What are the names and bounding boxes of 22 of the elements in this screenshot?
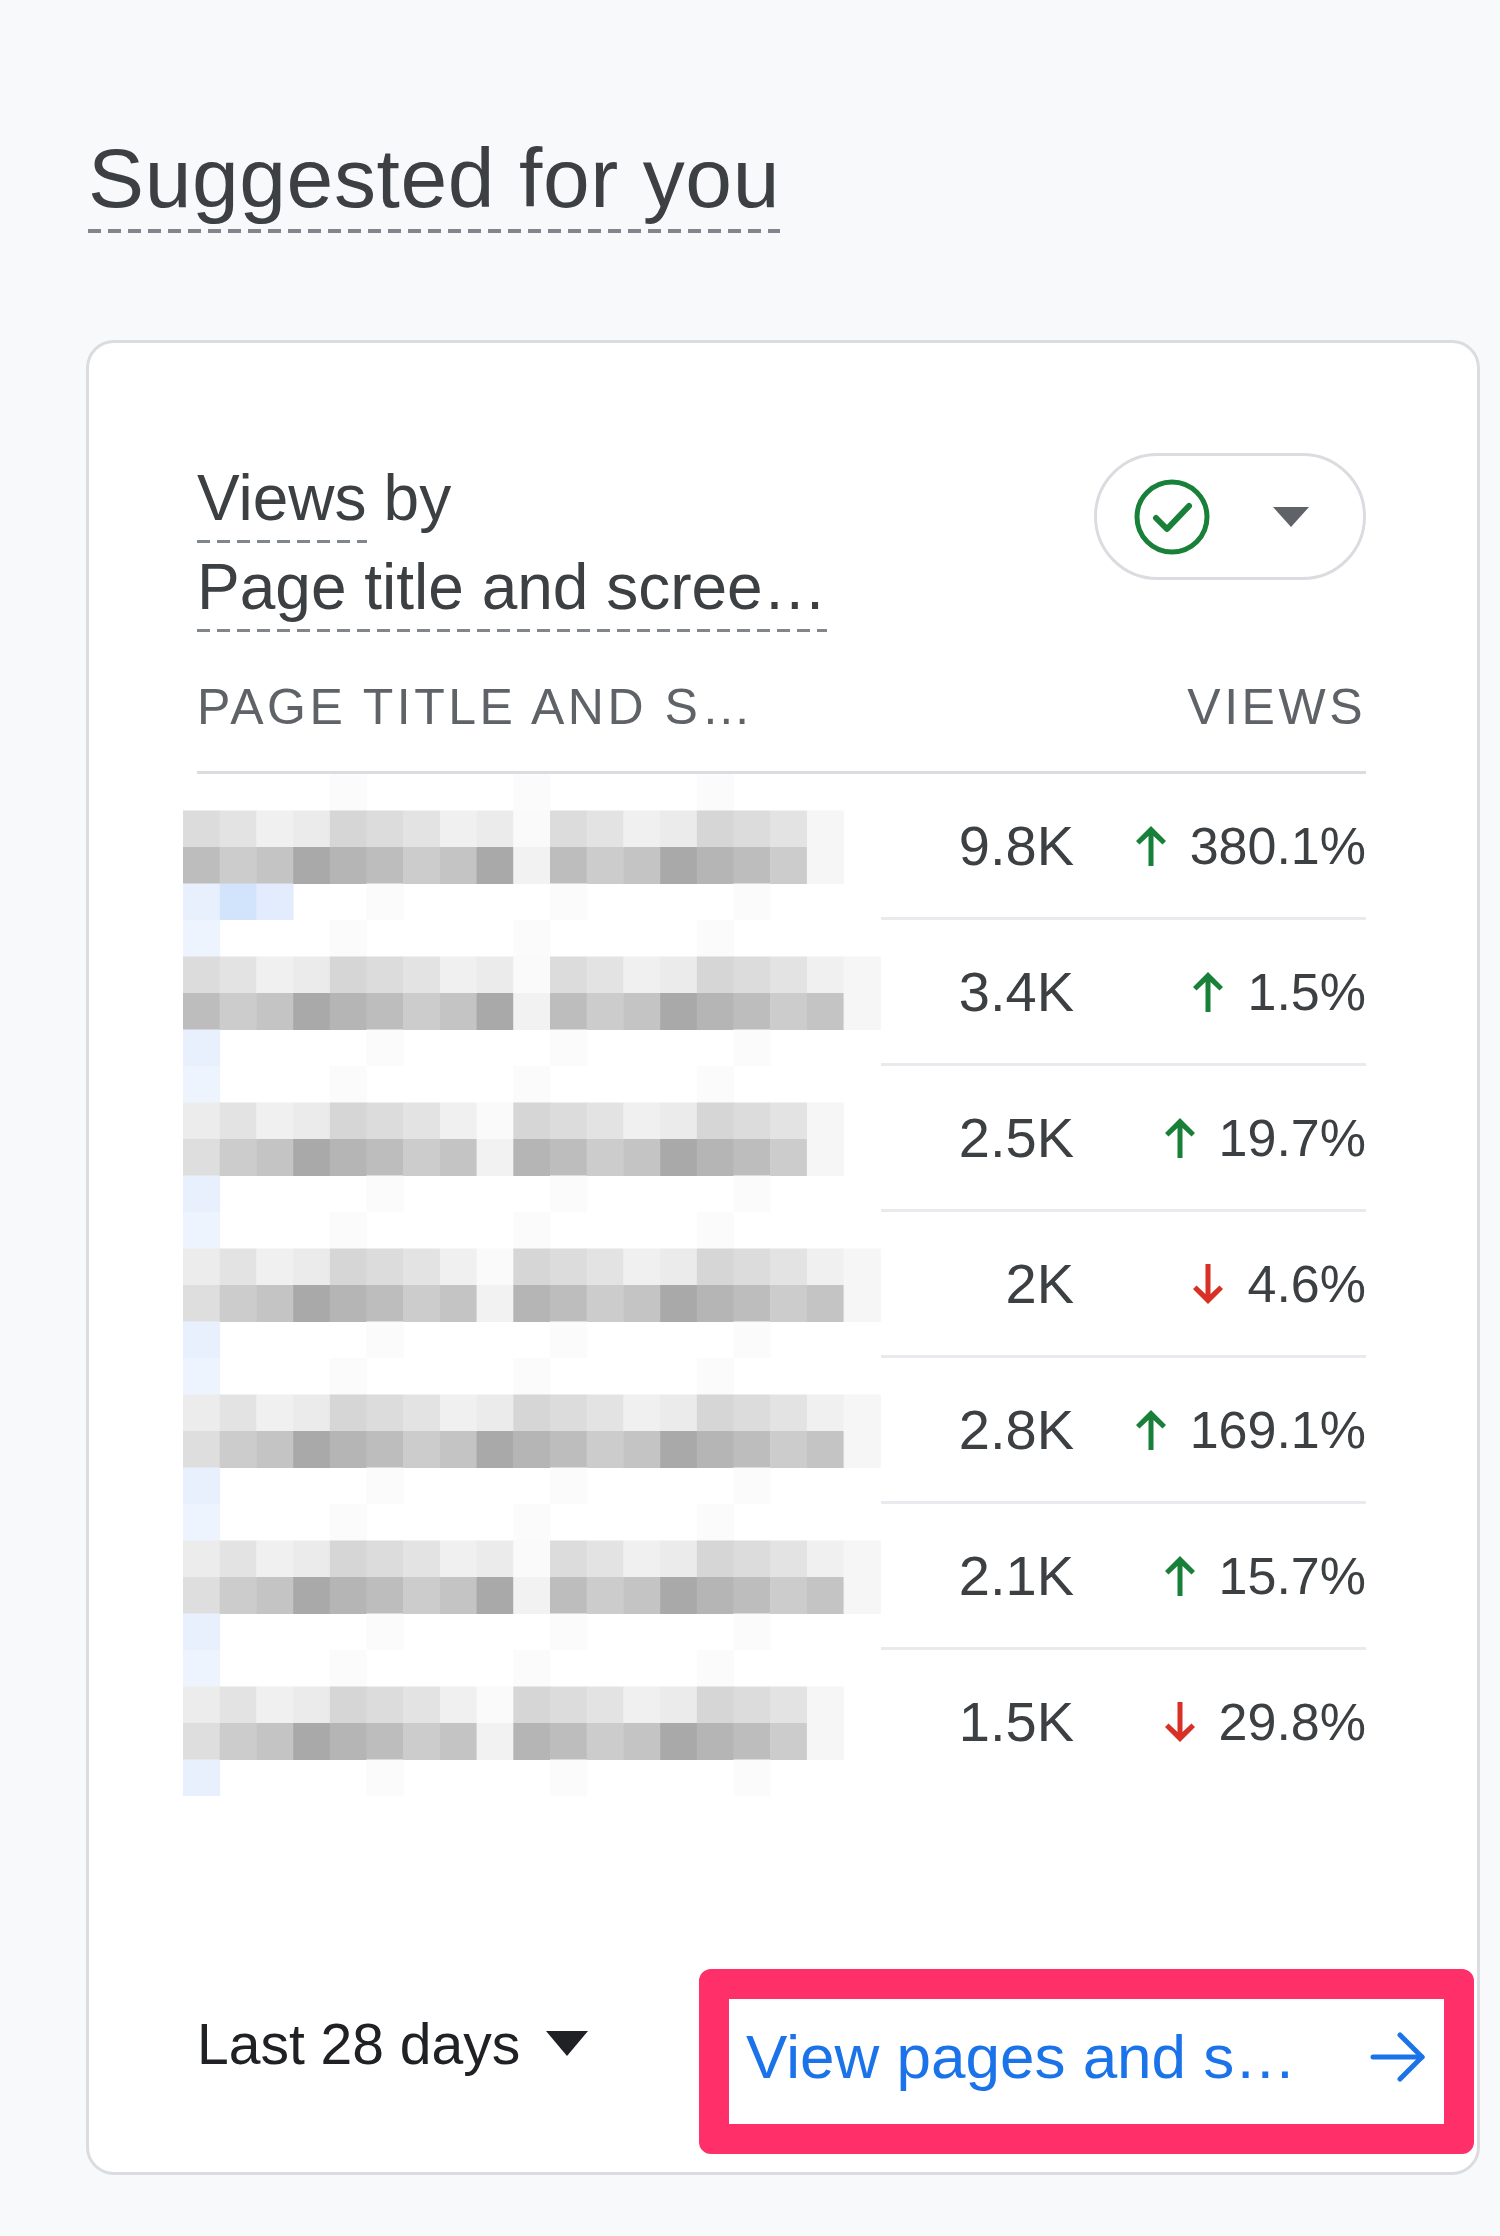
- view-pages-link[interactable]: View pages and s…: [729, 1999, 1444, 2124]
- change-percent: 19.7%: [1218, 1107, 1366, 1168]
- caret-icon: [1273, 506, 1309, 527]
- check-circle-icon: [1134, 478, 1210, 555]
- change-percent: 29.8%: [1218, 1691, 1366, 1752]
- change-percent: 169.1%: [1189, 1399, 1366, 1460]
- change-percent: 380.1%: [1189, 815, 1366, 876]
- views-value: 2K: [1004, 1251, 1074, 1316]
- views-value: 2.1K: [957, 1543, 1074, 1608]
- change-percent: 4.6%: [1247, 1253, 1366, 1314]
- views-value: 2.5K: [957, 1105, 1074, 1170]
- change-percent: 15.7%: [1218, 1545, 1366, 1606]
- views-value: 9.8K: [957, 813, 1074, 878]
- change-percent: 1.5%: [1247, 961, 1366, 1022]
- caret-icon: [546, 2031, 589, 2056]
- views-value: 2.8K: [957, 1397, 1074, 1462]
- column-header: VIEWS: [1187, 678, 1366, 737]
- connector-text: by: [383, 461, 452, 536]
- views-value: 1.5K: [957, 1689, 1074, 1754]
- date-range-dropdown[interactable]: Last 28 days: [197, 2010, 589, 2077]
- views-value: 3.4K: [957, 959, 1074, 1024]
- column-header: PAGE TITLE AND S…: [197, 678, 755, 737]
